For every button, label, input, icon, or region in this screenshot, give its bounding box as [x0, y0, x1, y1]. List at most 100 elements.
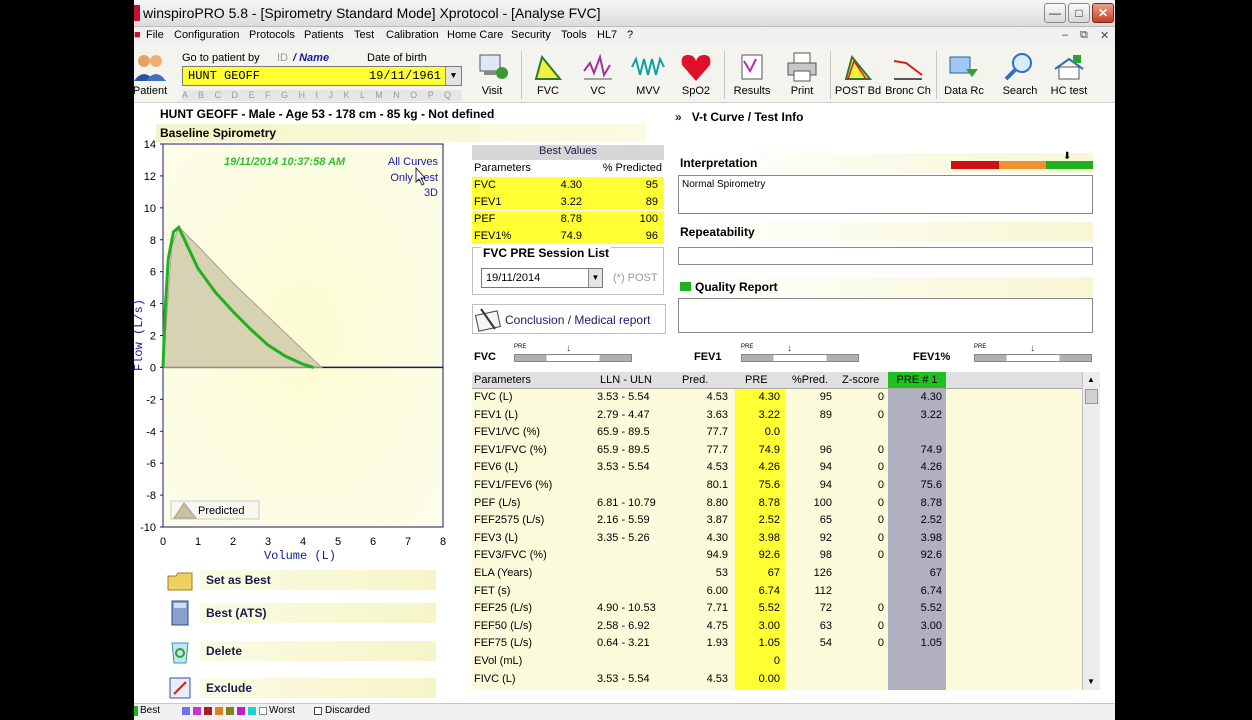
best-row: FVC 4.30 95: [472, 177, 664, 194]
search-icon: [1004, 53, 1032, 81]
y-tick-label: 12: [144, 171, 156, 183]
bronc-ch-button[interactable]: Bronc Ch: [882, 51, 934, 97]
mdi-restore-icon[interactable]: ⧉: [1080, 29, 1088, 42]
table-row[interactable]: FEV3/FVC (%) 94.9 92.6 98 0 92.6: [472, 547, 1082, 565]
alphabet-index[interactable]: A B C D E F G H I J K L M N O P Q R S T …: [182, 90, 462, 101]
chevron-down-icon[interactable]: ▼: [445, 67, 461, 85]
fvc-button[interactable]: FVC: [523, 51, 573, 97]
vt-curve-toggle[interactable]: » V-t Curve / Test Info: [675, 110, 803, 124]
mvv-button[interactable]: MVV: [623, 51, 673, 97]
scroll-up-icon[interactable]: ▲: [1087, 375, 1095, 384]
menu-file[interactable]: File: [146, 29, 164, 41]
scroll-thumb[interactable]: [1085, 389, 1098, 404]
menu-home-care[interactable]: Home Care: [447, 29, 503, 41]
header-pre1[interactable]: PRE # 1: [888, 372, 946, 388]
slider-pre-label: PRE: [974, 344, 987, 350]
table-row[interactable]: FEV1/FVC (%) 65.9 - 89.5 77.7 74.9 96 0 74.9: [472, 442, 1082, 460]
y-tick-label: 6: [150, 267, 156, 279]
table-row[interactable]: FET (s) 6.00 6.74 112 6.74: [472, 583, 1082, 601]
table-row[interactable]: FEV1/FEV6 (%) 80.1 75.6 94 0 75.6: [472, 477, 1082, 495]
table-row[interactable]: EVol (mL) 0: [472, 653, 1082, 671]
patient-selector[interactable]: HUNT GEOFF 19/11/1961 ▼: [182, 66, 462, 86]
table-cell: 89: [819, 408, 832, 421]
id-option[interactable]: ID: [277, 52, 288, 64]
table-row[interactable]: ELA (Years) 53 67 126 67: [472, 565, 1082, 583]
scroll-down-icon[interactable]: ▼: [1087, 677, 1095, 686]
table-cell: FEV6 (L): [474, 461, 519, 474]
bronc-ch-label: Bronc Ch: [885, 85, 931, 97]
x-tick-label: 0: [160, 536, 166, 548]
table-cell: 0: [877, 602, 884, 615]
menu-configuration[interactable]: Configuration: [174, 29, 239, 41]
table-cell: 65: [819, 514, 832, 527]
menu-tools[interactable]: Tools: [561, 29, 587, 41]
table-row[interactable]: PEF (L/s) 6.81 - 10.79 8.80 8.78 100 0 8.78: [472, 495, 1082, 513]
best-pct: 96: [645, 230, 658, 242]
table-cell: FEV3 (L): [474, 531, 519, 544]
menu-security[interactable]: Security: [511, 29, 551, 41]
table-cell: 4.53: [706, 672, 728, 685]
menu-patients[interactable]: Patients: [304, 29, 344, 41]
session-date-select[interactable]: 19/11/2014 ▼: [481, 268, 603, 288]
patient-name-value: HUNT GEOFF: [188, 69, 261, 83]
header-zscore[interactable]: Z-score: [842, 374, 879, 386]
vc-button[interactable]: VC: [573, 51, 623, 97]
mdi-close-icon[interactable]: ✕: [1100, 29, 1109, 42]
results-button[interactable]: Results: [727, 51, 777, 97]
table-row[interactable]: FEF50 (L/s) 2.58 - 6.92 4.75 3.00 63 0 3.00: [472, 618, 1082, 636]
header-parameters[interactable]: Parameters: [474, 374, 531, 386]
chevron-down-icon[interactable]: ▼: [588, 269, 602, 287]
table-row[interactable]: FEF2575 (L/s) 2.16 - 5.59 3.87 2.52 65 0 2.52: [472, 512, 1082, 530]
table-row[interactable]: FEV1 (L) 2.79 - 4.47 3.63 3.22 89 0 3.22: [472, 407, 1082, 425]
hc-test-button[interactable]: HC test: [1044, 51, 1094, 97]
mdi-minimize-icon[interactable]: –: [1062, 29, 1068, 41]
table-cell: 0: [877, 479, 884, 491]
table-row[interactable]: FEF75 (L/s) 0.64 - 3.21 1.93 1.05 54 0 1.05: [472, 635, 1082, 653]
spo2-button[interactable]: SpO2: [671, 51, 721, 97]
best-ats-button[interactable]: Best (ATS): [166, 600, 436, 626]
chart-link-0[interactable]: All Curves: [388, 156, 439, 168]
delete-button[interactable]: Delete: [166, 641, 436, 664]
name-option[interactable]: / Name: [293, 52, 329, 64]
print-button[interactable]: Print: [777, 51, 827, 97]
session-list-title: FVC PRE Session List: [481, 246, 612, 260]
header-lln-uln[interactable]: LLN - ULN: [600, 374, 652, 386]
toolbar-separator: [521, 51, 522, 99]
search-button[interactable]: Search: [995, 51, 1045, 97]
maximize-button[interactable]: □: [1068, 3, 1090, 23]
menu-test[interactable]: Test: [354, 29, 374, 41]
header-pct-pred[interactable]: %Pred.: [792, 374, 828, 386]
header-pre[interactable]: PRE: [745, 374, 768, 386]
table-row[interactable]: FEV1/VC (%) 65.9 - 89.5 77.7 0.0: [472, 424, 1082, 442]
minimize-button[interactable]: —: [1044, 3, 1066, 23]
vertical-scrollbar[interactable]: ▲ ▼: [1082, 372, 1100, 690]
post-bd-button[interactable]: POST Bd: [832, 51, 884, 97]
data-rc-button[interactable]: Data Rc: [939, 51, 989, 97]
table-cell: 6.00: [706, 584, 728, 597]
chart-link-2[interactable]: 3D: [424, 187, 438, 199]
chart-link-1[interactable]: Only Best: [390, 172, 438, 184]
table-cell: 74.9: [920, 443, 942, 456]
table-row[interactable]: FEF25 (L/s) 4.90 - 10.53 7.71 5.52 72 0 5.52: [472, 600, 1082, 618]
vt-curve-title: V-t Curve / Test Info: [691, 110, 804, 124]
table-cell: 6.74: [920, 584, 942, 597]
table-row[interactable]: FIVC (L) 3.53 - 5.54 4.53 0.00: [472, 671, 1082, 689]
table-cell: 7.71: [706, 602, 728, 615]
menu-hl7[interactable]: HL7: [597, 29, 617, 41]
conclusion-button[interactable]: Conclusion / Medical report: [472, 304, 666, 334]
table-row[interactable]: FVC (L) 3.53 - 5.54 4.53 4.30 95 0 4.30: [472, 389, 1082, 407]
table-row[interactable]: FEV6 (L) 3.53 - 5.54 4.53 4.26 94 0 4.26: [472, 459, 1082, 477]
menu-calibration[interactable]: Calibration: [386, 29, 439, 41]
x-tick-label: 6: [370, 536, 376, 548]
table-row[interactable]: FEV3 (L) 3.35 - 5.26 4.30 3.98 92 0 3.98: [472, 530, 1082, 548]
best-ats-label: Best (ATS): [206, 606, 267, 620]
visit-button[interactable]: Visit: [467, 51, 517, 97]
best-row: PEF 8.78 100: [472, 211, 664, 228]
header-pred[interactable]: Pred.: [682, 374, 708, 386]
patient-button[interactable]: Patient: [134, 51, 175, 97]
set-as-best-button[interactable]: Set as Best: [166, 570, 436, 592]
menu-protocols[interactable]: Protocols: [249, 29, 295, 41]
menu-help[interactable]: ?: [627, 29, 633, 41]
close-button[interactable]: ✕: [1092, 3, 1114, 23]
exclude-button[interactable]: Exclude: [166, 677, 436, 700]
